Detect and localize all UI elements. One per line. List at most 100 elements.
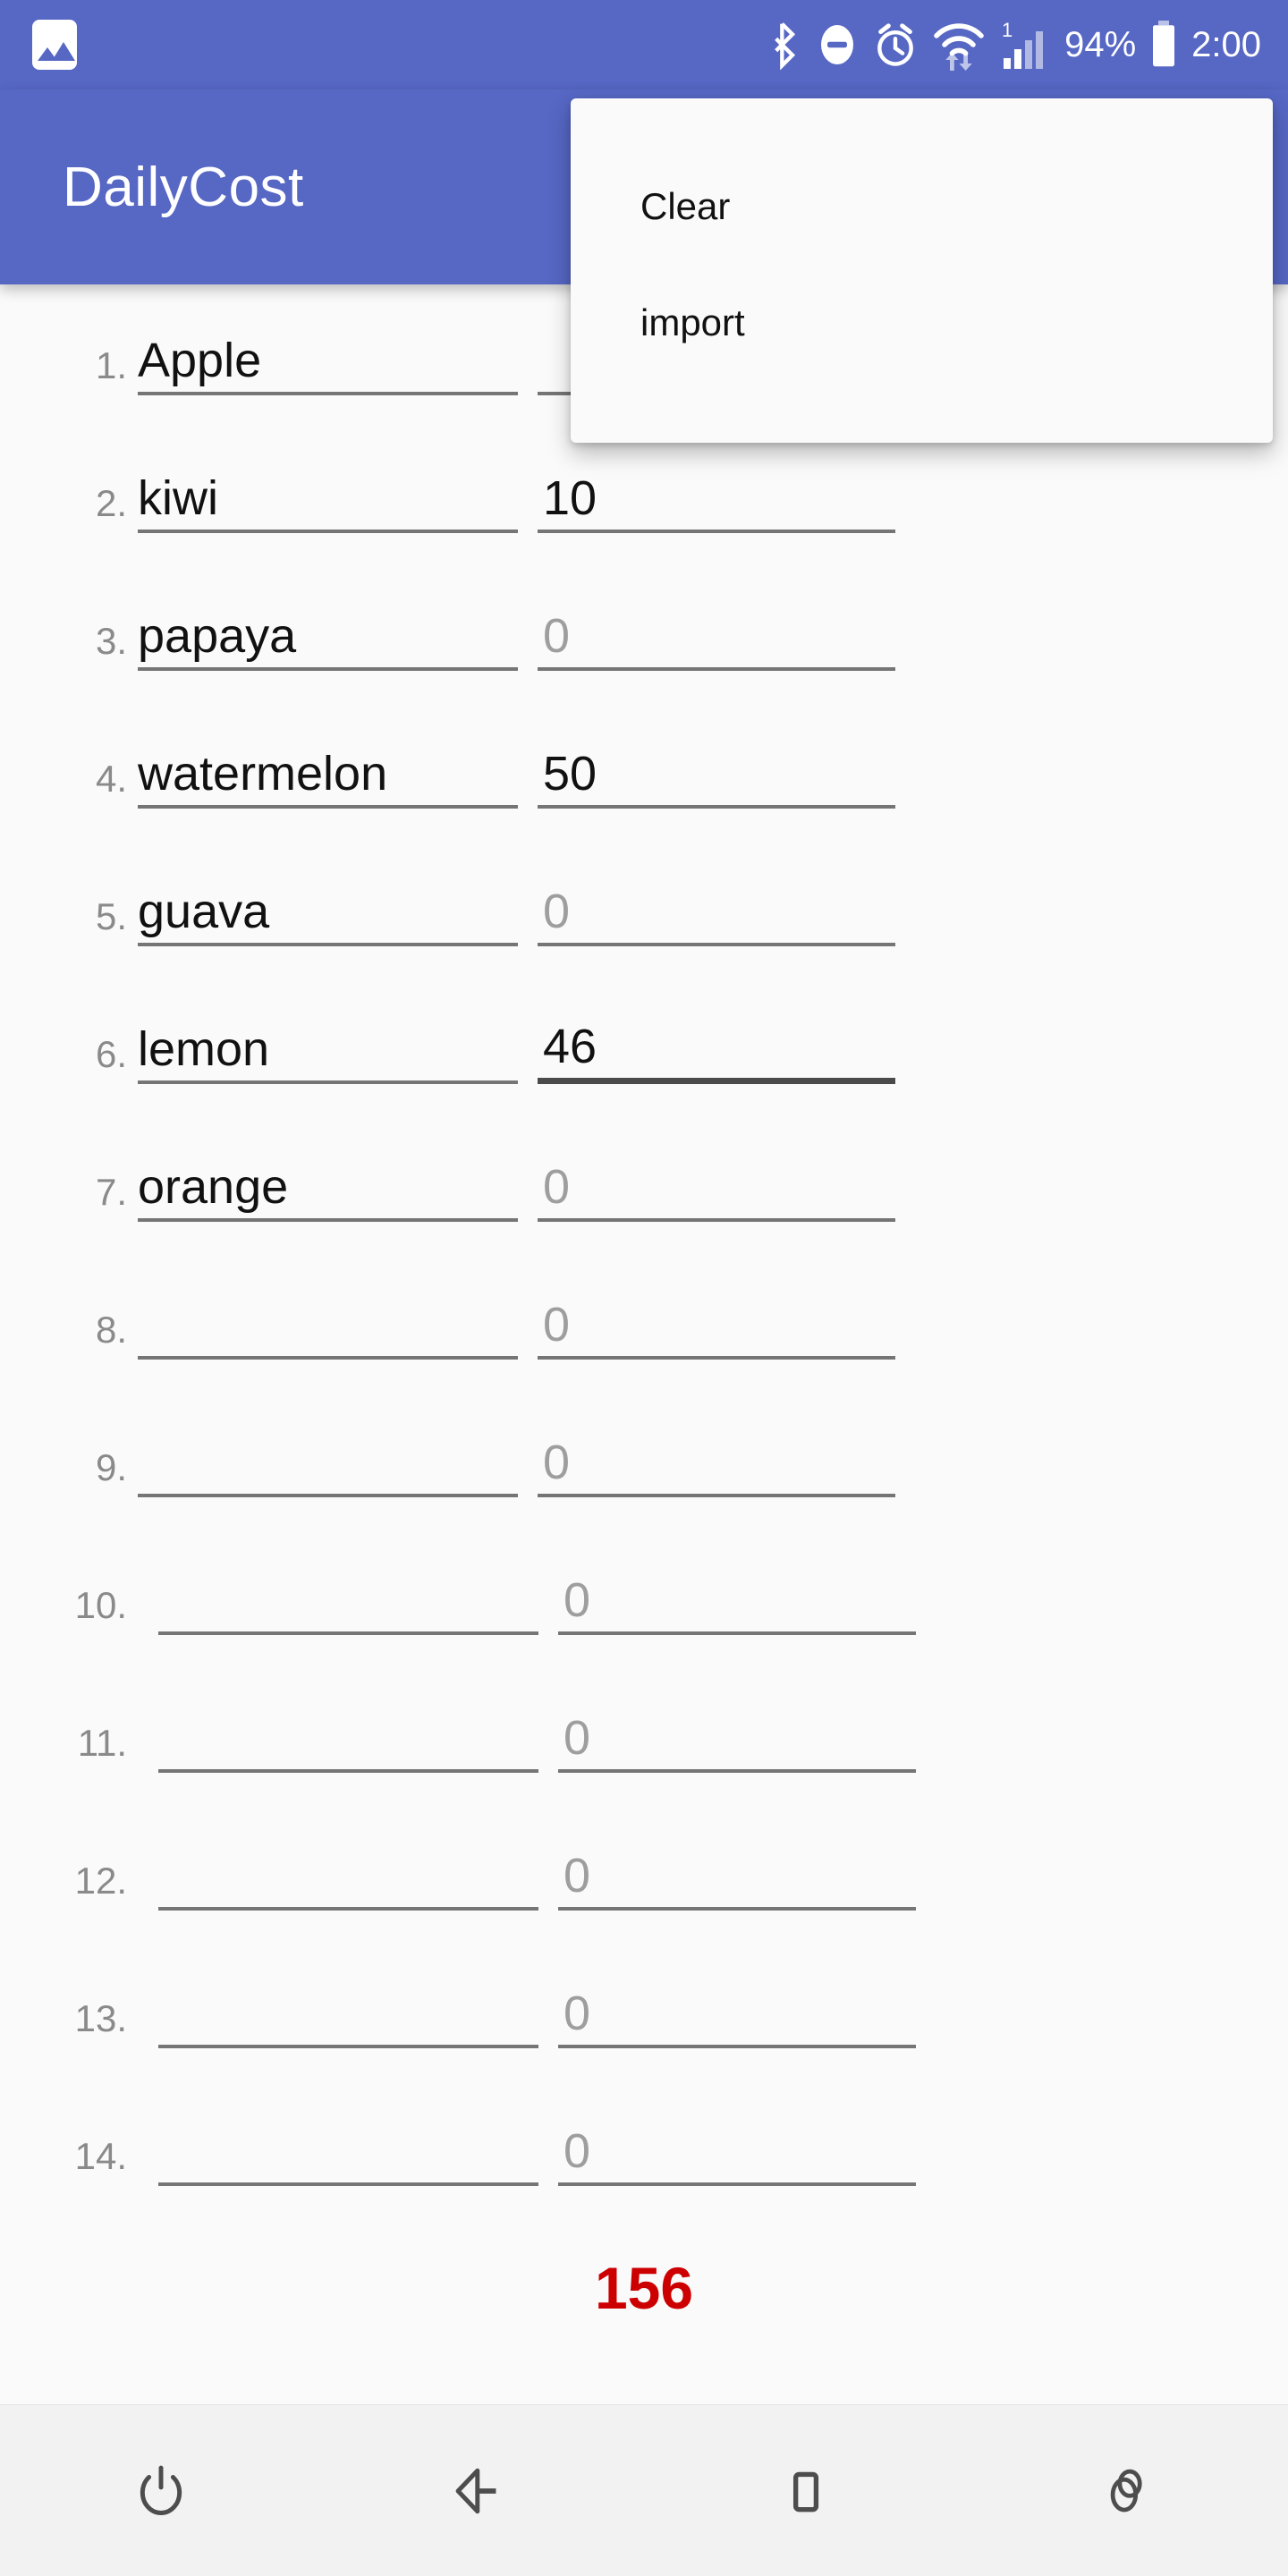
item-name-input[interactable]: papaya — [138, 585, 518, 671]
row-index-label: 9. — [95, 1446, 127, 1488]
wifi-icon — [934, 23, 984, 71]
row-index-label: 2. — [95, 482, 127, 524]
row-index-label: 1. — [95, 344, 127, 386]
item-value-input[interactable]: 50 — [538, 723, 895, 809]
item-value-text: 0 — [543, 609, 571, 663]
row-index-label: 14. — [74, 2135, 127, 2177]
item-value-input[interactable]: 0 — [558, 2100, 916, 2186]
item-name-value: orange — [138, 1160, 289, 1214]
row-index-label: 5. — [95, 895, 127, 937]
item-name-input[interactable]: lemon — [138, 998, 518, 1084]
item-name-value: kiwi — [138, 471, 218, 525]
item-name-input[interactable]: kiwi — [138, 447, 518, 533]
item-name-input[interactable] — [158, 1962, 538, 2048]
item-value-input[interactable]: 10 — [538, 447, 895, 533]
overflow-menu: Clear import — [571, 98, 1273, 443]
power-button[interactable] — [0, 2405, 322, 2576]
status-bar: 1 94% 2:00 — [0, 0, 1288, 89]
row-index-label: 13. — [74, 1997, 127, 2039]
bluetooth-icon — [775, 22, 796, 70]
row-index-label: 7. — [95, 1171, 127, 1213]
table-row: 5. guava 0 — [0, 860, 1288, 998]
item-name-value: Apple — [138, 334, 262, 387]
gallery-icon — [32, 20, 77, 70]
item-value-text: 0 — [564, 1573, 591, 1627]
item-name-input[interactable]: orange — [138, 1136, 518, 1222]
page-title: DailyCost — [63, 156, 304, 218]
item-value-input[interactable]: 0 — [558, 1549, 916, 1635]
item-value-text: 0 — [564, 1987, 591, 2040]
item-value-input[interactable]: 0 — [538, 1274, 895, 1360]
item-value-input[interactable]: 0 — [538, 585, 895, 671]
table-row: 14. 0 — [0, 2100, 1288, 2238]
item-value-input[interactable]: 0 — [558, 1825, 916, 1911]
svg-text:1: 1 — [1002, 19, 1013, 41]
row-index-label: 8. — [95, 1309, 127, 1351]
item-name-value: lemon — [138, 1022, 270, 1076]
item-value-input[interactable]: 0 — [538, 860, 895, 946]
item-value-input[interactable]: 46 — [538, 998, 895, 1084]
item-value-text: 50 — [543, 747, 597, 801]
home-button[interactable] — [644, 2405, 966, 2576]
row-index-label: 12. — [74, 1860, 127, 1902]
status-bar-notifications — [32, 20, 77, 70]
item-value-text: 0 — [543, 1160, 571, 1214]
table-row: 2. kiwi 10 — [0, 447, 1288, 585]
item-name-input[interactable] — [158, 1549, 538, 1635]
item-value-text: 0 — [564, 1711, 591, 1765]
total-amount: 156 — [594, 2255, 694, 2321]
item-value-text: 0 — [543, 885, 571, 938]
item-value-text: 0 — [543, 1298, 571, 1352]
status-bar-clock: 2:00 — [1191, 25, 1261, 64]
table-row: 3. papaya 0 — [0, 585, 1288, 723]
phone-screen: 1 94% 2:00 DailyCost 1. Apple 2. kiwi 10 3. pa… — [0, 0, 1288, 2576]
table-row: 10. 0 — [0, 1549, 1288, 1687]
row-index-label: 4. — [95, 758, 127, 800]
item-value-text: 0 — [564, 2124, 591, 2178]
item-value-input[interactable]: 0 — [538, 1411, 895, 1497]
item-value-input[interactable]: 0 — [538, 1136, 895, 1222]
table-row: 6. lemon 46 — [0, 998, 1288, 1136]
battery-icon — [1153, 21, 1175, 67]
item-name-input[interactable] — [158, 1825, 538, 1911]
alarm-clock-icon — [877, 23, 913, 66]
table-row: 9. 0 — [0, 1411, 1288, 1549]
item-name-value: watermelon — [138, 747, 388, 801]
do-not-disturb-icon — [821, 25, 854, 64]
item-value-text: 46 — [543, 1020, 597, 1073]
item-value-input[interactable]: 0 — [558, 1687, 916, 1773]
row-index-label: 3. — [95, 620, 127, 662]
back-icon — [455, 2468, 496, 2513]
item-name-input[interactable] — [158, 1687, 538, 1773]
item-value-text: 0 — [564, 1849, 591, 1902]
row-index-label: 11. — [77, 1722, 127, 1764]
power-icon — [140, 2465, 182, 2515]
cellular-signal-icon: 1 — [1002, 19, 1044, 69]
recents-icon — [1110, 2469, 1142, 2512]
item-name-input[interactable] — [138, 1274, 518, 1360]
item-name-input[interactable] — [138, 1411, 518, 1497]
table-row: 13. 0 — [0, 1962, 1288, 2100]
table-row: 12. 0 — [0, 1825, 1288, 1962]
item-name-input[interactable]: Apple — [138, 309, 518, 395]
recents-button[interactable] — [966, 2405, 1288, 2576]
item-value-input[interactable]: 0 — [558, 1962, 916, 2048]
row-index-label: 10. — [74, 1584, 127, 1626]
item-name-value: guava — [138, 885, 270, 938]
table-row: 8. 0 — [0, 1274, 1288, 1411]
item-name-input[interactable]: watermelon — [138, 723, 518, 809]
item-name-input[interactable]: guava — [138, 860, 518, 946]
system-navigation-bar — [0, 2404, 1288, 2576]
row-index-label: 6. — [95, 1033, 127, 1075]
menu-item-clear[interactable]: Clear — [571, 148, 1273, 265]
table-row: 7. orange 0 — [0, 1136, 1288, 1274]
item-name-input[interactable] — [158, 2100, 538, 2186]
menu-item-import[interactable]: import — [571, 265, 1273, 381]
table-row: 11. 0 — [0, 1687, 1288, 1825]
table-row: 4. watermelon 50 — [0, 723, 1288, 860]
status-bar-system-icons: 1 94% 2:00 — [766, 19, 1261, 71]
item-value-text: 0 — [543, 1436, 571, 1489]
item-name-value: papaya — [138, 609, 297, 663]
back-button[interactable] — [322, 2405, 644, 2576]
home-icon — [792, 2471, 819, 2512]
